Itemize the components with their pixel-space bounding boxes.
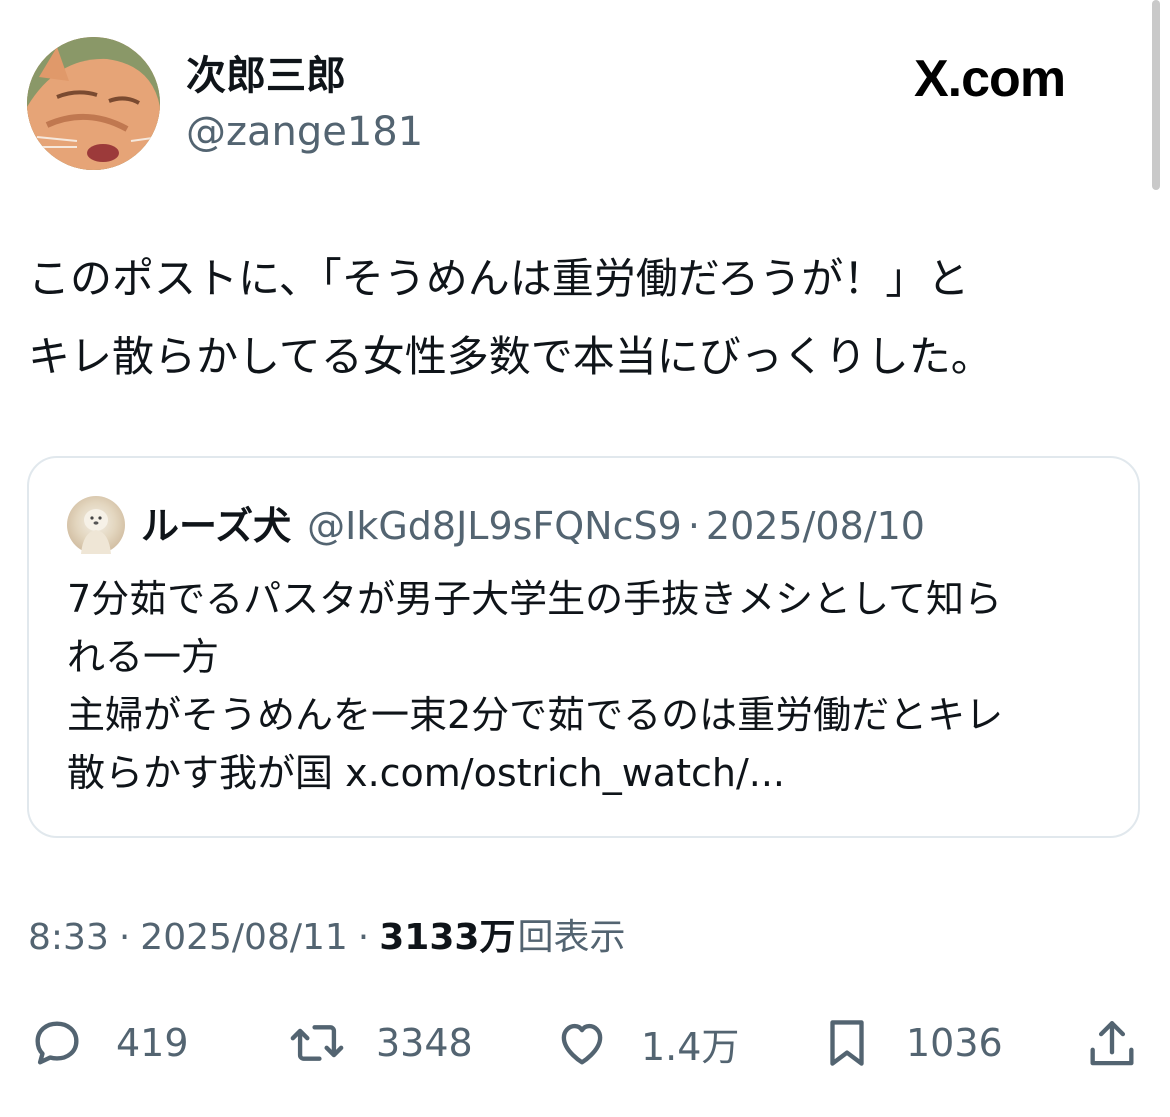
heart-icon <box>561 1023 603 1065</box>
post-meta: 8:33 · 2025/08/11 · 3133 万 回表示 <box>28 912 625 964</box>
quoted-date[interactable]: 2025/08/10 <box>706 498 925 554</box>
brand-label: X.com <box>914 50 1066 108</box>
cat-avatar-image <box>27 37 160 170</box>
post-line: キレ散らかしてる女性多数で本当にびっくりした。 <box>28 332 993 381</box>
quoted-line: れる一方 <box>67 635 220 679</box>
quoted-text: 7分茹でるパスタが男子大学生の手抜きメシとして知ら れる一方 主婦がそうめんを一… <box>67 570 1117 802</box>
quoted-line: 主婦がそうめんを一束2分で茹でるのは重労働だとキレ <box>67 693 1004 737</box>
repost-icon <box>290 1025 344 1061</box>
bookmark-count: 1036 <box>906 1021 1003 1065</box>
dog-avatar-image <box>81 509 111 554</box>
quoted-author-avatar <box>67 496 125 554</box>
author-display-name[interactable]: 次郎三郎 <box>186 50 346 102</box>
quoted-line: 散らかす我が国 x.com/ostrich_watch/... <box>67 751 785 795</box>
quoted-post-card[interactable]: ルーズ犬 @IkGd8JL9sFQNcS9 · 2025/08/10 7分茹でる… <box>27 456 1140 838</box>
bookmark-button[interactable]: 1036 <box>818 1008 1003 1078</box>
quoted-display-name[interactable]: ルーズ犬 <box>141 498 291 554</box>
reply-button[interactable]: 419 <box>28 1008 189 1078</box>
author-avatar[interactable] <box>27 37 160 170</box>
post-time[interactable]: 8:33 <box>28 912 109 964</box>
like-count: 1.4万 <box>641 1024 740 1069</box>
x-brand-logo: X.com <box>914 48 1066 110</box>
action-bar: 419 3348 1.4万 1036 <box>28 1008 1148 1078</box>
bookmark-icon <box>830 1020 864 1066</box>
reply-icon <box>35 1021 79 1065</box>
author-handle[interactable]: @zange181 <box>186 106 423 158</box>
post-line: このポストに、「そうめんは重労働だろうが！」と <box>28 254 970 303</box>
share-icon <box>1090 1021 1134 1066</box>
meta-separator: · <box>357 917 370 958</box>
quoted-separator: · <box>687 504 700 548</box>
like-button[interactable]: 1.4万 <box>553 1008 739 1078</box>
share-button[interactable] <box>1083 1016 1141 1078</box>
post-text: このポストに、「そうめんは重労働だろうが！」と キレ散らかしてる女性多数で本当に… <box>28 240 1148 396</box>
views-count[interactable]: 3133 <box>379 912 479 964</box>
post-date[interactable]: 2025/08/11 <box>140 912 348 964</box>
views-label: 回表示 <box>517 917 626 958</box>
quoted-header: ルーズ犬 @IkGd8JL9sFQNcS9 · 2025/08/10 <box>141 498 925 554</box>
meta-separator: · <box>118 917 131 958</box>
repost-count: 3348 <box>376 1021 473 1065</box>
quoted-line: 7分茹でるパスタが男子大学生の手抜きメシとして知ら <box>67 577 1003 621</box>
quoted-handle[interactable]: @IkGd8JL9sFQNcS9 <box>307 498 682 554</box>
views-unit: 万 <box>479 917 516 958</box>
repost-button[interactable]: 3348 <box>288 1008 473 1078</box>
reply-count: 419 <box>116 1021 189 1065</box>
scrollbar[interactable] <box>1152 0 1160 190</box>
